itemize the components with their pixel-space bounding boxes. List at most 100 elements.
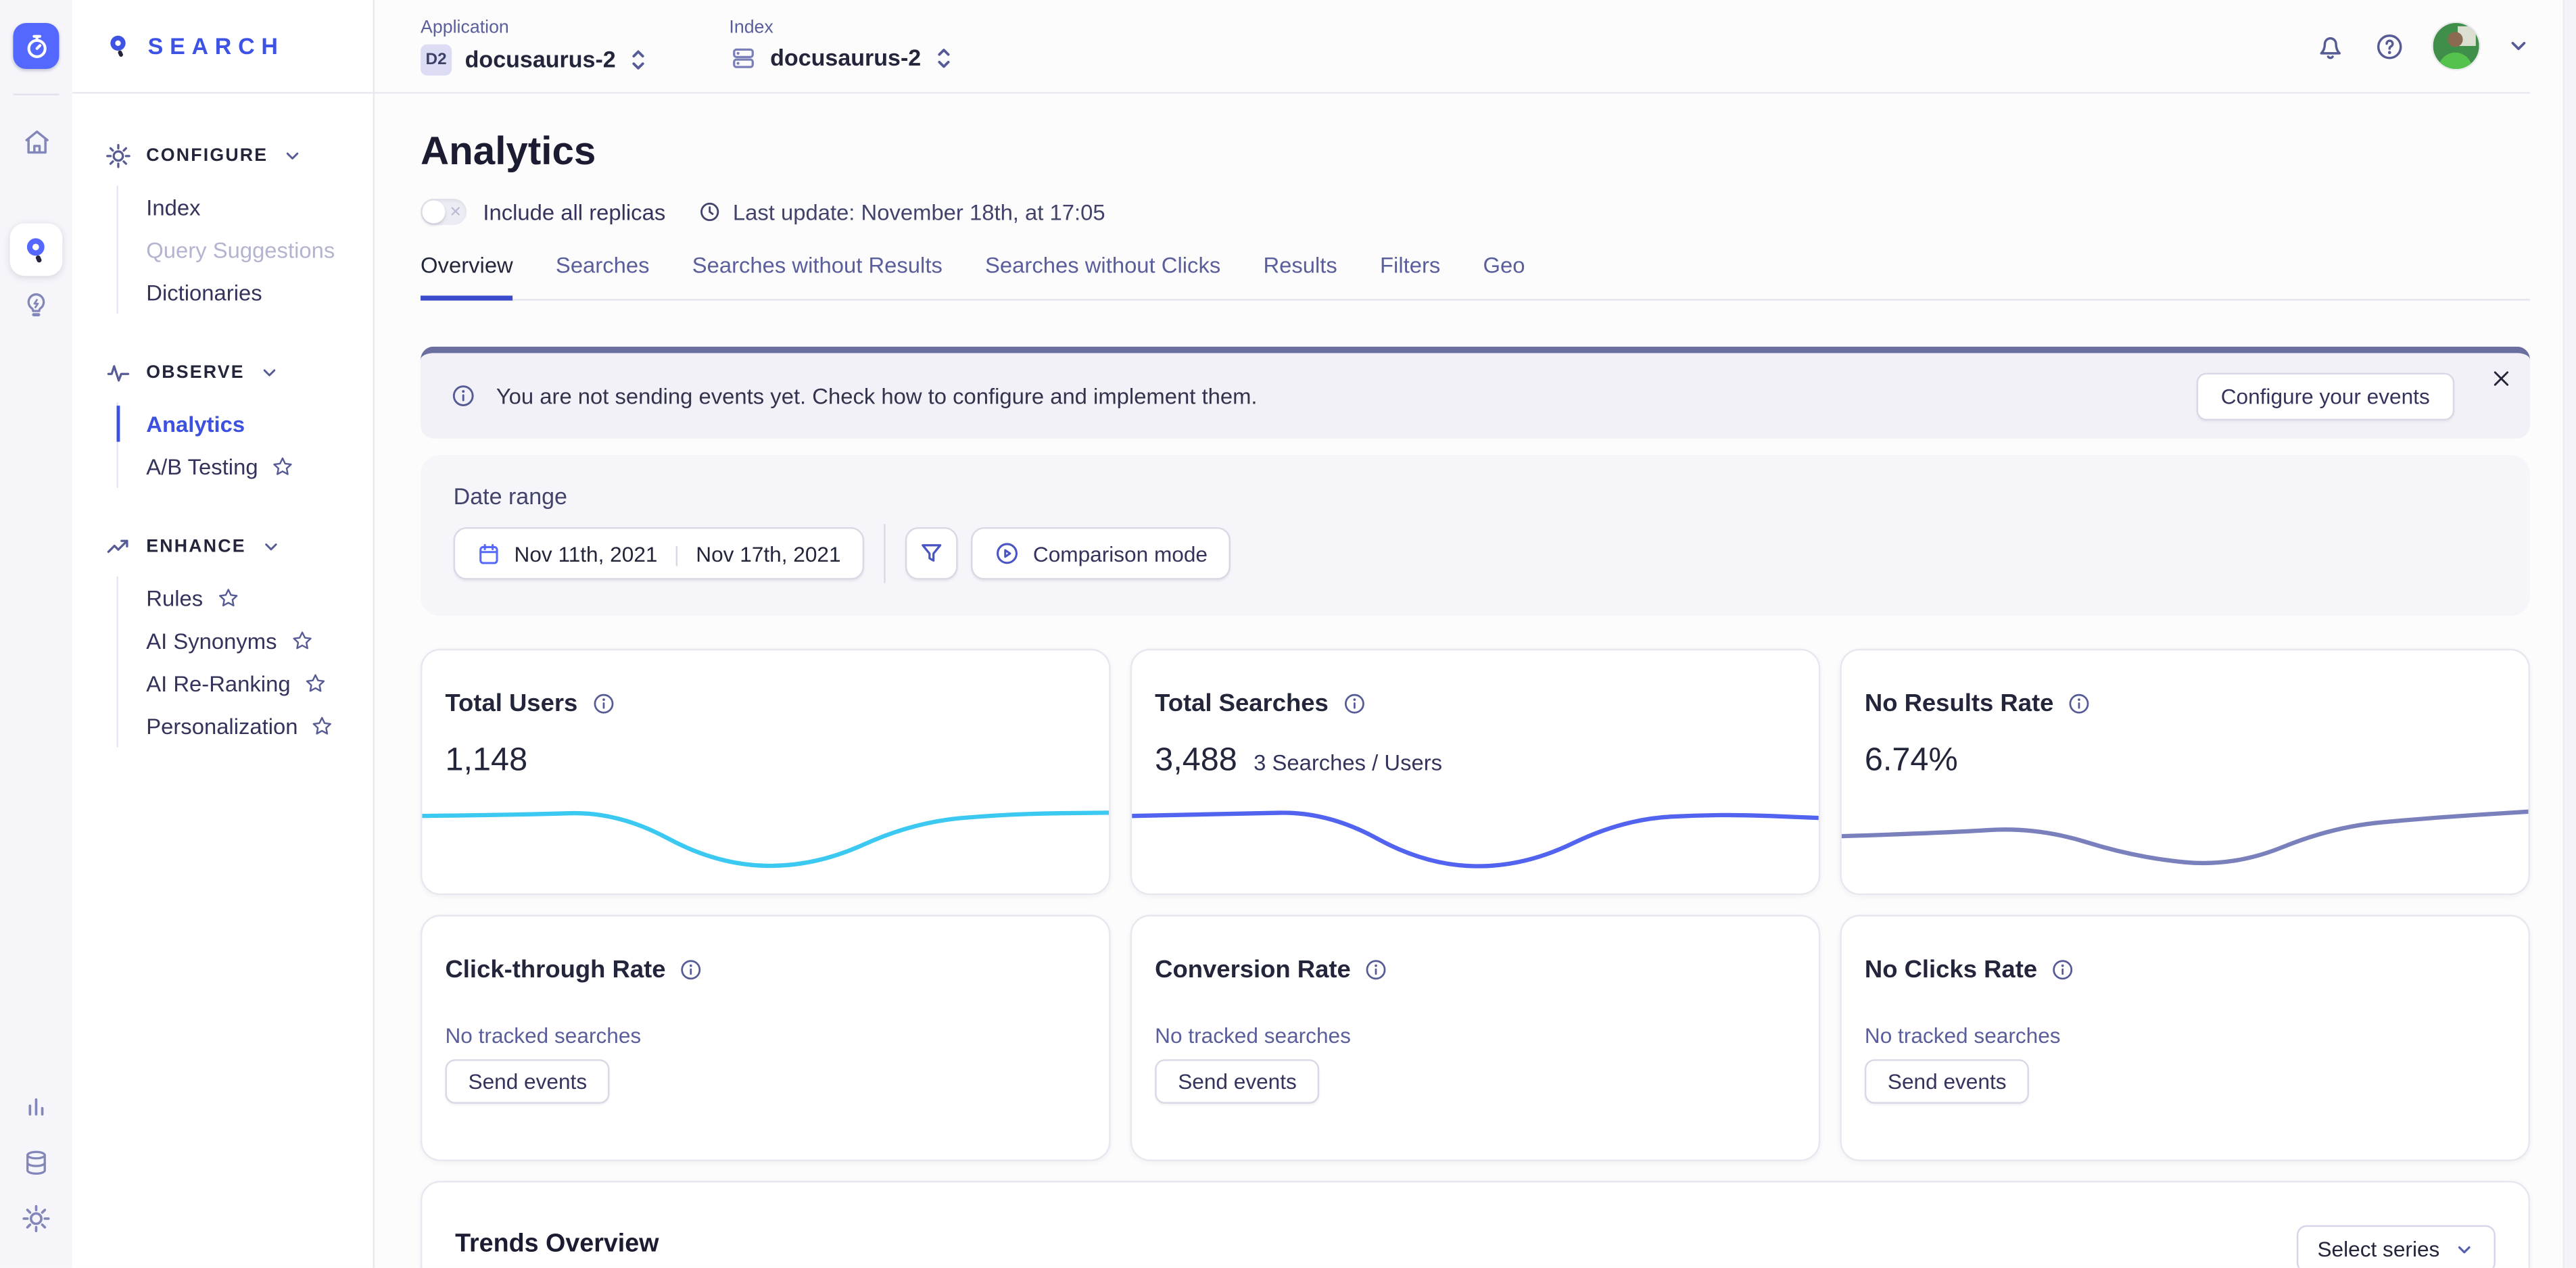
sidebar-item-ai-synonyms[interactable]: AI Synonyms bbox=[118, 619, 373, 662]
sidebar-item-query-suggestions[interactable]: Query Suggestions bbox=[118, 228, 373, 271]
sidebar-item-personalization[interactable]: Personalization bbox=[118, 704, 373, 747]
star-icon bbox=[311, 714, 334, 737]
chevron-down-icon bbox=[283, 146, 302, 166]
total-searches-card: Total Searches 3,488 3 Searches / Users bbox=[1130, 649, 1821, 895]
sidebar-item-label: AI Re-Ranking bbox=[146, 671, 290, 696]
send-events-button[interactable]: Send events bbox=[1155, 1059, 1320, 1104]
notifications-button[interactable] bbox=[2315, 30, 2346, 62]
info-icon[interactable] bbox=[679, 958, 703, 982]
sidebar-section-enhance: ENHANCE Rules AI Synonyms bbox=[105, 527, 373, 748]
application-select[interactable]: D2 docusaurus-2 bbox=[421, 43, 647, 74]
index-stack-icon bbox=[729, 43, 757, 71]
close-icon[interactable] bbox=[2491, 368, 2512, 389]
sidebar: SEARCH CONFIGURE bbox=[72, 0, 375, 1268]
sidebar-item-label: A/B Testing bbox=[146, 454, 258, 479]
tab-results[interactable]: Results bbox=[1263, 253, 1337, 299]
chevron-down-icon bbox=[2454, 1239, 2474, 1259]
sidebar-item-analytics[interactable]: Analytics bbox=[118, 402, 373, 445]
sidebar-section-label: ENHANCE bbox=[146, 537, 245, 557]
search-icon bbox=[20, 234, 51, 265]
top-header: Application D2 docusaurus-2 Index bbox=[375, 0, 2530, 94]
tab-searches-without-results[interactable]: Searches without Results bbox=[692, 253, 943, 299]
card-title: Conversion Rate bbox=[1155, 956, 1351, 983]
comparison-mode-button[interactable]: Comparison mode bbox=[971, 527, 1231, 580]
sidebar-item-rules[interactable]: Rules bbox=[118, 577, 373, 619]
page-scrollbar[interactable] bbox=[2563, 0, 2576, 1268]
application-value: docusaurus-2 bbox=[465, 46, 616, 72]
calendar-icon bbox=[477, 541, 501, 566]
toggle-switch[interactable]: ✕ bbox=[421, 199, 467, 225]
empty-note: No tracked searches bbox=[1865, 1023, 2506, 1048]
send-events-button[interactable]: Send events bbox=[445, 1059, 610, 1104]
sidebar-item-index[interactable]: Index bbox=[118, 186, 373, 228]
info-icon[interactable] bbox=[2067, 691, 2091, 716]
data-sources-button[interactable] bbox=[13, 1140, 59, 1186]
account-menu-button[interactable] bbox=[2507, 34, 2530, 57]
application-label: Application bbox=[421, 18, 647, 37]
metric-cards-row: Total Users 1,148 Total Searches bbox=[421, 649, 2530, 895]
usage-stats-button[interactable] bbox=[13, 1084, 59, 1130]
conversion-rate-card: Conversion Rate No tracked searches Send… bbox=[1130, 915, 1821, 1161]
home-button[interactable] bbox=[13, 118, 59, 164]
sidebar-section-enhance-header[interactable]: ENHANCE bbox=[105, 527, 373, 566]
tab-filters[interactable]: Filters bbox=[1380, 253, 1440, 299]
tab-geo[interactable]: Geo bbox=[1483, 253, 1525, 299]
index-selector: Index docusaurus-2 bbox=[729, 18, 952, 75]
info-icon[interactable] bbox=[591, 691, 615, 716]
date-end: Nov 17th, 2021 bbox=[696, 541, 840, 566]
total-users-sparkline bbox=[422, 805, 1109, 874]
sidebar-item-label: Analytics bbox=[146, 412, 245, 436]
tab-searches-without-clicks[interactable]: Searches without Clicks bbox=[985, 253, 1220, 299]
lightbulb-flash-icon bbox=[22, 291, 51, 320]
sidebar-section-label: OBSERVE bbox=[146, 363, 245, 383]
configure-events-button[interactable]: Configure your events bbox=[2196, 372, 2454, 419]
search-logo-icon bbox=[105, 32, 133, 59]
trending-up-icon bbox=[105, 534, 132, 560]
trends-overview-card: Trends Overview Select series bbox=[421, 1181, 2530, 1268]
events-banner: You are not sending events yet. Check ho… bbox=[421, 347, 2530, 439]
sidebar-item-ai-re-ranking[interactable]: AI Re-Ranking bbox=[118, 662, 373, 704]
sidebar-section-observe-header[interactable]: OBSERVE bbox=[105, 353, 373, 392]
info-icon[interactable] bbox=[1364, 958, 1388, 982]
app-switcher-button[interactable] bbox=[13, 23, 59, 69]
date-separator: | bbox=[671, 541, 683, 566]
sidebar-item-label: Query Suggestions bbox=[146, 237, 335, 262]
rail-divider bbox=[13, 94, 59, 95]
sidebar-item-dictionaries[interactable]: Dictionaries bbox=[118, 271, 373, 314]
star-icon bbox=[304, 672, 327, 695]
total-users-card: Total Users 1,148 bbox=[421, 649, 1111, 895]
info-icon[interactable] bbox=[2051, 958, 2075, 982]
card-title: Click-through Rate bbox=[445, 956, 665, 983]
no-results-rate-sparkline bbox=[1842, 805, 2529, 874]
recommend-product-button[interactable] bbox=[13, 283, 59, 328]
date-range-panel: Date range Nov 11th, 2021 | Nov 17th, 20… bbox=[421, 455, 2530, 616]
no-clicks-rate-card: No Clicks Rate No tracked searches Send … bbox=[1840, 915, 2530, 1161]
tab-overview[interactable]: Overview bbox=[421, 253, 513, 299]
search-product-button[interactable] bbox=[10, 223, 63, 276]
main-area: Application D2 docusaurus-2 Index bbox=[375, 0, 2576, 1268]
sidebar-section-configure: CONFIGURE Index Query Suggestions Dictio… bbox=[105, 137, 373, 314]
tab-searches[interactable]: Searches bbox=[556, 253, 650, 299]
date-range-picker[interactable]: Nov 11th, 2021 | Nov 17th, 2021 bbox=[454, 527, 864, 580]
help-button[interactable] bbox=[2374, 30, 2405, 62]
sidebar-section-configure-header[interactable]: CONFIGURE bbox=[105, 137, 373, 176]
select-series-button[interactable]: Select series bbox=[2296, 1225, 2496, 1268]
include-replicas-toggle[interactable]: ✕ Include all replicas bbox=[421, 199, 665, 225]
app-rail bbox=[0, 0, 72, 1268]
sidebar-item-ab-testing[interactable]: A/B Testing bbox=[118, 445, 373, 487]
empty-note: No tracked searches bbox=[1155, 1023, 1796, 1048]
avatar[interactable] bbox=[2433, 23, 2479, 69]
date-start: Nov 11th, 2021 bbox=[515, 541, 658, 566]
application-badge: D2 bbox=[421, 43, 452, 74]
product-logo[interactable]: SEARCH bbox=[72, 0, 373, 94]
index-select[interactable]: docusaurus-2 bbox=[729, 43, 952, 71]
sidebar-item-label: Rules bbox=[146, 585, 203, 610]
send-events-button[interactable]: Send events bbox=[1865, 1059, 2030, 1104]
settings-button[interactable] bbox=[13, 1196, 59, 1242]
page-title: Analytics bbox=[421, 130, 2530, 176]
filter-button[interactable] bbox=[905, 527, 957, 580]
info-icon[interactable] bbox=[1341, 691, 1366, 716]
home-icon bbox=[20, 126, 51, 157]
product-logo-text: SEARCH bbox=[148, 33, 285, 59]
chevron-down-icon bbox=[260, 363, 279, 383]
